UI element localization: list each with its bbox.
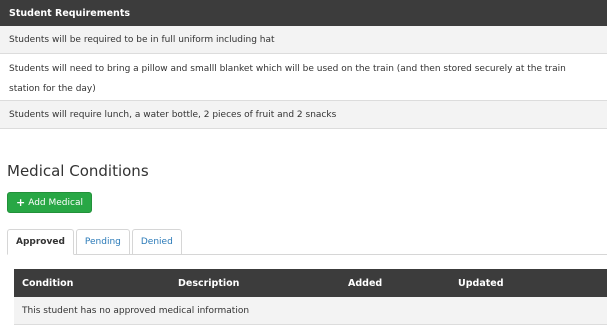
plus-icon: + bbox=[16, 196, 26, 209]
column-header-condition: Condition bbox=[22, 277, 74, 289]
empty-state-message: This student has no approved medical inf… bbox=[14, 297, 607, 325]
tab-pending[interactable]: Pending bbox=[75, 229, 130, 255]
column-header-added: Added bbox=[348, 277, 383, 289]
tab-denied[interactable]: Denied bbox=[131, 229, 182, 255]
medical-conditions-title: Medical Conditions bbox=[7, 162, 149, 180]
requirements-header: Student Requirements bbox=[0, 0, 607, 26]
requirement-row: Students will be required to be in full … bbox=[0, 26, 607, 54]
column-header-description: Description bbox=[178, 277, 240, 289]
tab-approved[interactable]: Approved bbox=[7, 229, 74, 255]
add-medical-button[interactable]: + Add Medical bbox=[7, 192, 92, 213]
requirement-row: Students will require lunch, a water bot… bbox=[0, 101, 607, 129]
medical-conditions-table: Condition Description Added Updated This… bbox=[14, 269, 607, 325]
add-medical-label: Add Medical bbox=[28, 197, 83, 208]
requirement-row: Students will need to bring a pillow and… bbox=[0, 54, 607, 101]
conditions-table-header: Condition Description Added Updated bbox=[14, 269, 607, 297]
column-header-updated: Updated bbox=[458, 277, 504, 289]
medical-tabs: Approved Pending Denied bbox=[7, 229, 184, 255]
student-requirements-table: Student Requirements Students will be re… bbox=[0, 0, 607, 129]
